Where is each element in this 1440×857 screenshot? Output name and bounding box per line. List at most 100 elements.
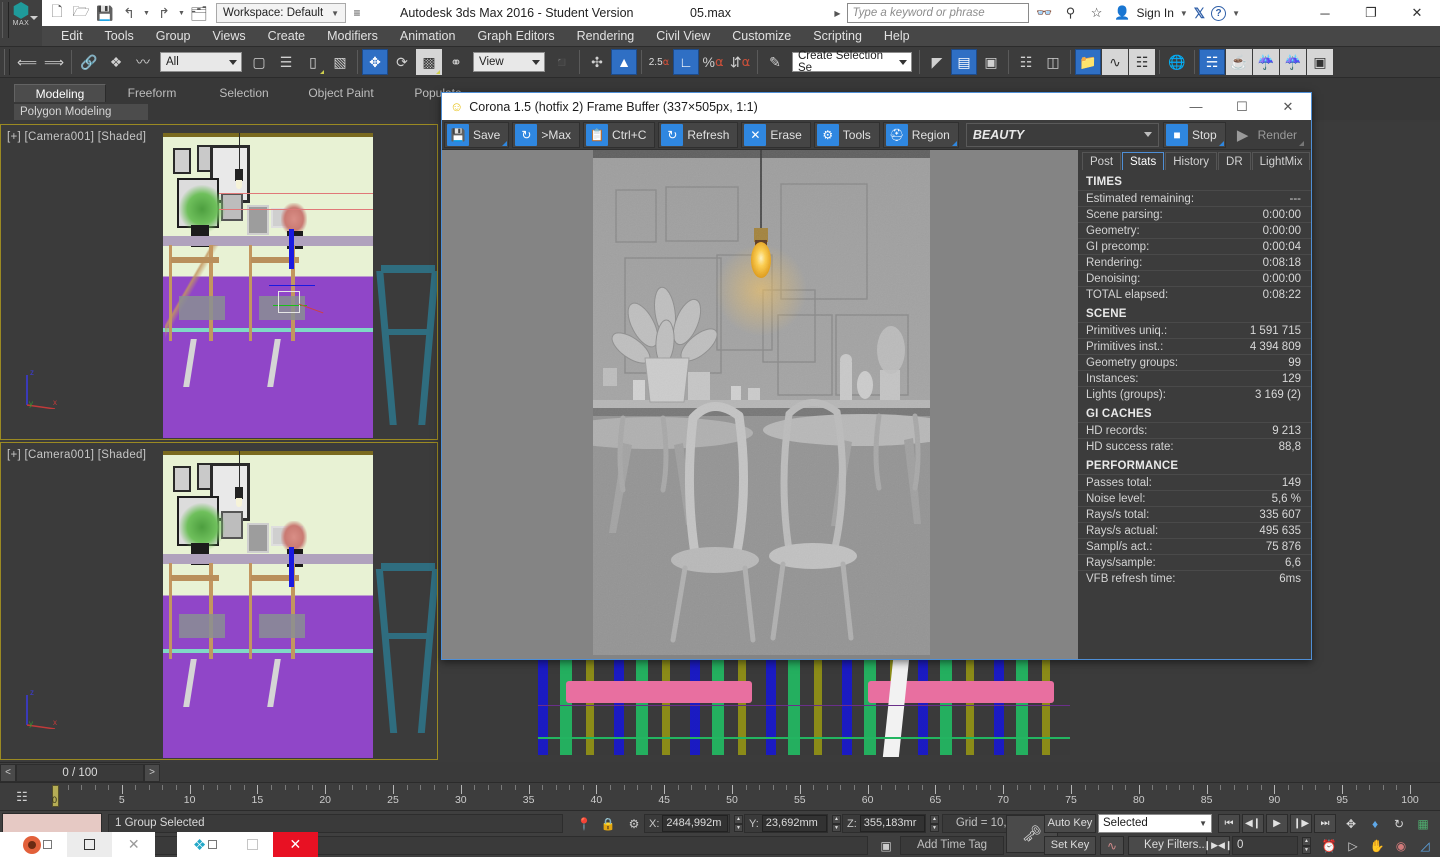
tab-freeform[interactable]: Freeform bbox=[106, 84, 198, 102]
dropdown-triangle-icon[interactable] bbox=[1299, 140, 1304, 146]
new-file-icon[interactable]: 🗋 bbox=[46, 2, 68, 24]
play-animation-button[interactable]: ▶ bbox=[1266, 814, 1288, 833]
vfb-minimize-button[interactable]: — bbox=[1173, 93, 1219, 120]
x-spinner[interactable]: ▲ ▼ bbox=[734, 815, 743, 832]
expand-arrow-icon[interactable]: ▶ bbox=[834, 9, 840, 18]
z-value[interactable]: 355,183mr bbox=[859, 815, 925, 832]
pin-stack-icon[interactable]: 📍 bbox=[574, 814, 594, 834]
parameter-curve-out-of-range-icon[interactable]: ∿ bbox=[1100, 836, 1124, 855]
tab-dr[interactable]: DR bbox=[1218, 152, 1251, 170]
minimize-button[interactable]: ─ bbox=[1302, 0, 1348, 26]
menu-create[interactable]: Create bbox=[257, 26, 317, 46]
curve-editor-icon[interactable]: ∿ bbox=[1102, 49, 1128, 75]
use-pivot-point-center-icon[interactable]: ◾ bbox=[549, 49, 575, 75]
undo-icon[interactable]: ⟸ bbox=[14, 49, 40, 75]
window-crossing-toggle-icon[interactable]: ▧ bbox=[327, 49, 353, 75]
project-folder-icon[interactable]: 🗂 bbox=[188, 2, 210, 24]
rendered-frame-window-icon[interactable]: ☕ bbox=[1226, 49, 1252, 75]
spinner-snap-toggle-icon[interactable]: ⇵ ⍺ bbox=[727, 49, 753, 75]
select-and-scale-icon[interactable]: ▩ bbox=[416, 49, 442, 75]
z-coordinate-field[interactable]: Z: 355,183mr bbox=[842, 814, 926, 833]
previous-frame-button[interactable]: ◀❙ bbox=[1242, 814, 1264, 833]
ribbon-panel-polygon-modeling[interactable]: Polygon Modeling bbox=[14, 104, 148, 120]
frame-spinner-up[interactable]: ▲ bbox=[1302, 837, 1311, 846]
close-button[interactable]: ✕ bbox=[1394, 0, 1440, 26]
menu-tools[interactable]: Tools bbox=[94, 26, 145, 46]
tab-history[interactable]: History bbox=[1165, 152, 1218, 170]
render-setup-icon[interactable]: ☵ bbox=[1199, 49, 1225, 75]
menu-rendering[interactable]: Rendering bbox=[566, 26, 646, 46]
app-menu-arrow-icon[interactable] bbox=[30, 16, 38, 20]
menu-graph-editors[interactable]: Graph Editors bbox=[466, 26, 565, 46]
menu-scripting[interactable]: Scripting bbox=[802, 26, 873, 46]
go-to-start-button[interactable]: ⏮ bbox=[1218, 814, 1240, 833]
vfb-stop-button[interactable]: ■ Stop bbox=[1162, 121, 1226, 148]
key-mode-toggle-icon[interactable]: ❙▶◀❙ bbox=[1204, 836, 1232, 855]
taskbar-restore-2[interactable] bbox=[233, 832, 273, 857]
frame-indicator[interactable]: 0 / 100 bbox=[16, 763, 144, 782]
edit-named-selection-sets-icon[interactable]: ✎ bbox=[762, 49, 788, 75]
maximize-viewport-toggle-icon[interactable]: ◿ bbox=[1414, 836, 1436, 855]
named-selection-set-combo[interactable]: Create Selection Se bbox=[792, 50, 912, 74]
taskbar-item-second-app[interactable]: ❖ bbox=[177, 832, 234, 857]
add-time-tag-button[interactable]: Add Time Tag bbox=[900, 836, 1004, 855]
render-iterative-icon[interactable]: ☔ bbox=[1280, 49, 1306, 75]
workspace-menu-icon[interactable]: ≡ bbox=[348, 3, 366, 23]
vfb-render-button[interactable]: ▶ Render bbox=[1228, 121, 1306, 148]
key-mode-combo[interactable]: Selected ▼ bbox=[1098, 814, 1212, 833]
reference-coordinate-combo[interactable]: View bbox=[473, 52, 545, 72]
y-spinner-up[interactable]: ▲ bbox=[832, 815, 841, 824]
redo-icon[interactable]: ↱ bbox=[153, 2, 175, 24]
time-tag-icon[interactable]: ▣ bbox=[876, 836, 896, 855]
track-bar[interactable]: ☷ 5 10 15 20 25 30 35 40 45 50 55 60 65 70 75 80 85 90 95 1… bbox=[0, 782, 1440, 810]
set-key-button[interactable]: Set Key bbox=[1044, 836, 1096, 855]
menu-animation[interactable]: Animation bbox=[389, 26, 467, 46]
tab-selection[interactable]: Selection bbox=[198, 84, 290, 102]
orbit-icon[interactable]: ◉ bbox=[1390, 836, 1412, 855]
z-spinner-up[interactable]: ▲ bbox=[930, 815, 939, 824]
percent-snap-toggle-icon[interactable]: % ⍺ bbox=[700, 49, 726, 75]
frame-spinner-down[interactable]: ▼ bbox=[1302, 845, 1311, 854]
use-center-flyout-icon[interactable]: ⚭ bbox=[443, 49, 469, 75]
vfb-region-button[interactable]: ⛑ Region bbox=[882, 121, 959, 148]
menu-edit[interactable]: Edit bbox=[50, 26, 94, 46]
auto-key-button[interactable]: Auto Key bbox=[1044, 814, 1096, 833]
vfb-render-pane[interactable] bbox=[442, 150, 1078, 659]
material-editor-icon[interactable]: 🌐 bbox=[1164, 49, 1190, 75]
dropdown-triangle-icon[interactable] bbox=[502, 140, 508, 146]
open-mini-curve-editor-icon[interactable]: ☷ bbox=[10, 787, 34, 807]
align-icon[interactable]: ▤ bbox=[951, 49, 977, 75]
zoom-region-icon[interactable]: ▷ bbox=[1342, 836, 1364, 855]
rectangular-selection-region-icon[interactable]: ▯ bbox=[300, 49, 326, 75]
taskbar-item-firefox[interactable] bbox=[9, 832, 67, 857]
z-spinner[interactable]: ▲ ▼ bbox=[930, 815, 939, 832]
y-spinner-down[interactable]: ▼ bbox=[832, 823, 841, 832]
y-coordinate-field[interactable]: Y: 23,692mm bbox=[744, 814, 828, 833]
menu-group[interactable]: Group bbox=[145, 26, 202, 46]
angle-snap-toggle-icon[interactable]: ∟ bbox=[673, 49, 699, 75]
tab-object-paint[interactable]: Object Paint bbox=[290, 84, 392, 102]
x-value[interactable]: 2484,992m bbox=[662, 815, 729, 832]
unlink-selection-icon[interactable]: ❖ bbox=[103, 49, 129, 75]
dropdown-triangle-icon[interactable] bbox=[951, 140, 957, 146]
vfb-to-max-button[interactable]: ↻ >Max bbox=[512, 121, 581, 148]
x-spinner-up[interactable]: ▲ bbox=[734, 815, 743, 824]
exchange-app-icon[interactable]: 𝕏 bbox=[1194, 5, 1205, 22]
frame-spinner[interactable]: ▲ ▼ bbox=[1302, 837, 1311, 854]
next-frame-button-2[interactable]: ❙▶ bbox=[1290, 814, 1312, 833]
toolbar-grip[interactable] bbox=[4, 49, 10, 75]
open-file-icon[interactable]: 🗁 bbox=[70, 2, 92, 24]
redo-dropdown-icon[interactable]: ▼ bbox=[177, 2, 186, 24]
toggle-ribbon-icon[interactable]: 📁 bbox=[1075, 49, 1101, 75]
search-input[interactable]: Type a keyword or phrase bbox=[846, 3, 1029, 23]
z-spinner-down[interactable]: ▼ bbox=[930, 823, 939, 832]
vfb-tools-button[interactable]: ⚙ Tools bbox=[813, 121, 880, 148]
user-account-icon[interactable]: 👤 bbox=[1113, 3, 1133, 23]
taskbar-close-1[interactable]: ✕ bbox=[112, 832, 156, 857]
current-frame-field[interactable]: 0 bbox=[1232, 836, 1298, 855]
ribbon-grip[interactable] bbox=[2, 2, 9, 38]
dropdown-triangle-icon[interactable] bbox=[1218, 140, 1224, 146]
vfb-close-button[interactable]: ✕ bbox=[1265, 93, 1311, 120]
maximize-viewport-icon[interactable]: ▦ bbox=[1412, 814, 1434, 833]
select-and-place-icon[interactable]: ✥ bbox=[1340, 814, 1362, 833]
